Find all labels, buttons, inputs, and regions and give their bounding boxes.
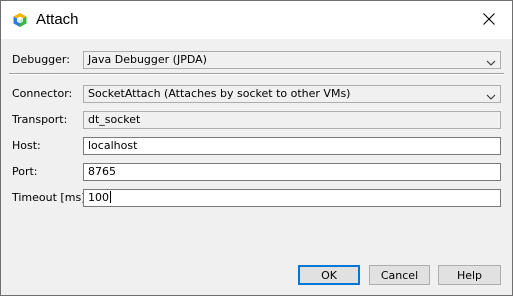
connector-select-value: SocketAttach (Attaches by socket to othe…	[88, 87, 351, 100]
transport-value: dt_socket	[88, 113, 141, 126]
title-bar: Attach	[1, 1, 512, 39]
host-label: Host:	[12, 139, 41, 152]
cancel-button[interactable]: Cancel	[369, 265, 430, 285]
debugger-label: Debugger:	[12, 53, 70, 66]
timeout-input[interactable]: 100	[83, 189, 501, 207]
host-value: localhost	[88, 139, 138, 152]
chevron-down-icon	[486, 56, 496, 66]
text-caret	[110, 191, 111, 203]
dialog-title: Attach	[36, 11, 79, 28]
ok-button[interactable]: OK	[298, 265, 360, 285]
port-label: Port:	[12, 165, 38, 178]
connector-select[interactable]: SocketAttach (Attaches by socket to othe…	[83, 85, 501, 103]
debugger-select-value: Java Debugger (JPDA)	[88, 53, 207, 66]
transport-label: Transport:	[12, 113, 68, 126]
attach-dialog: Attach Debugger: Java Debugger (JPDA) Co…	[0, 0, 513, 296]
close-icon	[483, 12, 495, 28]
help-button[interactable]: Help	[438, 265, 501, 285]
host-input[interactable]: localhost	[83, 137, 501, 155]
close-button[interactable]	[466, 1, 512, 39]
connector-label: Connector:	[12, 87, 73, 100]
timeout-value: 100	[88, 191, 109, 204]
chevron-down-icon	[486, 90, 496, 100]
debugger-select[interactable]: Java Debugger (JPDA)	[83, 51, 501, 69]
transport-field: dt_socket	[83, 111, 501, 129]
netbeans-cube-icon	[12, 12, 28, 28]
port-value: 8765	[88, 165, 116, 178]
separator	[9, 73, 504, 75]
port-input[interactable]: 8765	[83, 163, 501, 181]
timeout-label: Timeout [ms]:	[12, 191, 90, 204]
